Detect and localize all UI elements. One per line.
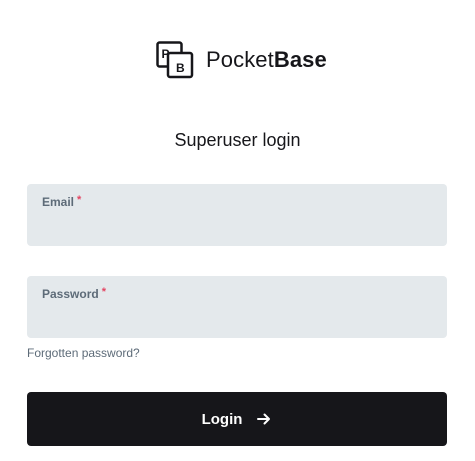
- email-field[interactable]: Email *: [27, 184, 447, 246]
- login-button[interactable]: Login: [27, 392, 447, 446]
- email-input[interactable]: [42, 214, 432, 238]
- logo-letter-p: P: [162, 47, 170, 61]
- required-marker: *: [77, 194, 82, 206]
- password-field[interactable]: Password *: [27, 276, 447, 338]
- page-title: Superuser login: [174, 130, 301, 150]
- password-label: Password *: [42, 286, 106, 301]
- logo: P B PocketBase: [156, 41, 327, 79]
- email-label-text: Email: [42, 195, 75, 209]
- password-input[interactable]: [42, 306, 432, 330]
- forgot-password-link[interactable]: Forgotten password?: [27, 346, 140, 360]
- pocketbase-logo-icon: P B: [156, 41, 194, 79]
- arrow-right-icon: [257, 413, 271, 425]
- email-label: Email *: [42, 194, 82, 209]
- brand-name: PocketBase: [206, 47, 327, 73]
- required-marker: *: [101, 286, 106, 298]
- password-label-text: Password: [42, 287, 99, 301]
- brand-name-bold: Base: [273, 47, 327, 72]
- login-page: P B PocketBase Superuser login Email * Pa…: [0, 0, 475, 461]
- logo-letter-b: B: [176, 61, 185, 75]
- login-button-label: Login: [201, 410, 243, 428]
- brand-name-regular: Pocket: [206, 47, 274, 72]
